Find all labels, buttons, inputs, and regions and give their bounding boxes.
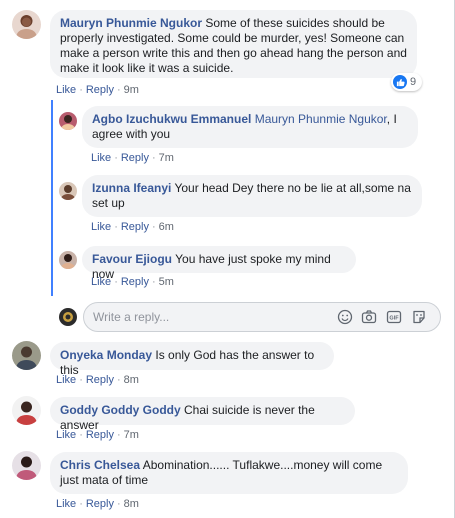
comment-actions: Like · Reply · 8m <box>56 374 139 386</box>
reply-author[interactable]: Favour Ejiogu <box>92 252 172 266</box>
reply-link[interactable]: Reply <box>86 498 114 510</box>
timestamp[interactable]: 7m <box>124 429 139 441</box>
like-link[interactable]: Like <box>91 152 111 164</box>
emoji-icon[interactable] <box>337 309 353 325</box>
reply-composer[interactable]: GIF <box>83 302 441 332</box>
comment-author[interactable]: Goddy Goddy Goddy <box>60 403 181 417</box>
comment-author[interactable]: Chris Chelsea <box>60 458 140 472</box>
avatar[interactable] <box>12 341 41 370</box>
reply-bubble: Izunna Ifeanyi Your head Dey there no be… <box>82 175 422 217</box>
avatar[interactable] <box>12 396 41 425</box>
comment-actions: Like · Reply · 7m <box>56 429 139 441</box>
comment-actions: Like · Reply · 9m <box>56 84 139 96</box>
reply-actions: Like · Reply · 6m <box>91 221 174 233</box>
reaction-count: 9 <box>410 76 417 88</box>
avatar[interactable] <box>12 451 41 480</box>
timestamp[interactable]: 7m <box>159 152 174 164</box>
avatar[interactable] <box>59 182 77 200</box>
reply-bubble: Favour Ejiogu You have just spoke my min… <box>82 246 356 281</box>
timestamp[interactable]: 6m <box>159 221 174 233</box>
reply-bubble: Agbo Izuchukwu Emmanuel Mauryn Phunmie N… <box>82 106 418 148</box>
reply-link[interactable]: Reply <box>86 84 114 96</box>
reply-author[interactable]: Izunna Ifeanyi <box>92 181 171 195</box>
reply-author[interactable]: Agbo Izuchukwu Emmanuel <box>92 112 251 126</box>
reply-actions: Like · Reply · 5m <box>91 276 174 288</box>
like-link[interactable]: Like <box>56 374 76 386</box>
reply-link[interactable]: Reply <box>86 374 114 386</box>
like-link[interactable]: Like <box>91 221 111 233</box>
camera-icon[interactable] <box>361 309 377 325</box>
timestamp[interactable]: 9m <box>124 84 139 96</box>
thumbs-up-icon <box>393 75 407 89</box>
gif-icon[interactable]: GIF <box>386 309 402 325</box>
reply-actions: Like · Reply · 7m <box>91 152 174 164</box>
sticker-icon[interactable] <box>411 309 427 325</box>
like-link[interactable]: Like <box>56 498 76 510</box>
like-link[interactable]: Like <box>91 276 111 288</box>
reply-link[interactable]: Reply <box>86 429 114 441</box>
reply-input[interactable] <box>93 308 313 326</box>
comment-bubble: Onyeka Monday Is only God has the answer… <box>50 342 334 377</box>
avatar[interactable] <box>59 251 77 269</box>
comment-bubble: Chris Chelsea Abomination...... Tuflakwe… <box>50 452 408 494</box>
timestamp[interactable]: 8m <box>124 498 139 510</box>
comment-author[interactable]: Onyeka Monday <box>60 348 152 362</box>
comment-actions: Like · Reply · 8m <box>56 498 139 510</box>
like-link[interactable]: Like <box>56 84 76 96</box>
timestamp[interactable]: 8m <box>124 374 139 386</box>
reaction-badge[interactable]: 9 <box>391 73 423 91</box>
comment-bubble: Goddy Goddy Goddy Chai suicide is never … <box>50 397 355 432</box>
mention-link[interactable]: Mauryn Phunmie Ngukor <box>255 112 387 126</box>
avatar[interactable] <box>12 10 41 39</box>
current-user-avatar <box>59 308 77 326</box>
timestamp[interactable]: 5m <box>159 276 174 288</box>
reply-thread-line <box>51 100 53 296</box>
svg-text:GIF: GIF <box>389 316 399 322</box>
comment-author[interactable]: Mauryn Phunmie Ngukor <box>60 16 202 30</box>
reply-link[interactable]: Reply <box>121 152 149 164</box>
avatar[interactable] <box>59 112 77 130</box>
reply-link[interactable]: Reply <box>121 221 149 233</box>
comment-bubble: Mauryn Phunmie Ngukor Some of these suic… <box>50 10 417 78</box>
like-link[interactable]: Like <box>56 429 76 441</box>
reply-link[interactable]: Reply <box>121 276 149 288</box>
